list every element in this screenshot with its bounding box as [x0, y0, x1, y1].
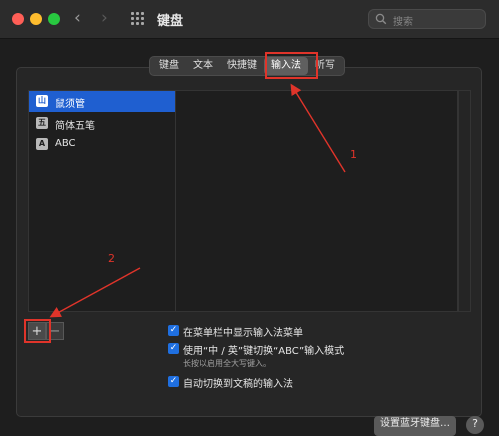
arrow-to-tab [290, 83, 346, 173]
arrow-to-add-button [49, 267, 141, 318]
annotation-number-2: 2 [108, 252, 115, 265]
annotation-arrows [49, 83, 346, 318]
annotation-number-1: 1 [350, 148, 357, 161]
